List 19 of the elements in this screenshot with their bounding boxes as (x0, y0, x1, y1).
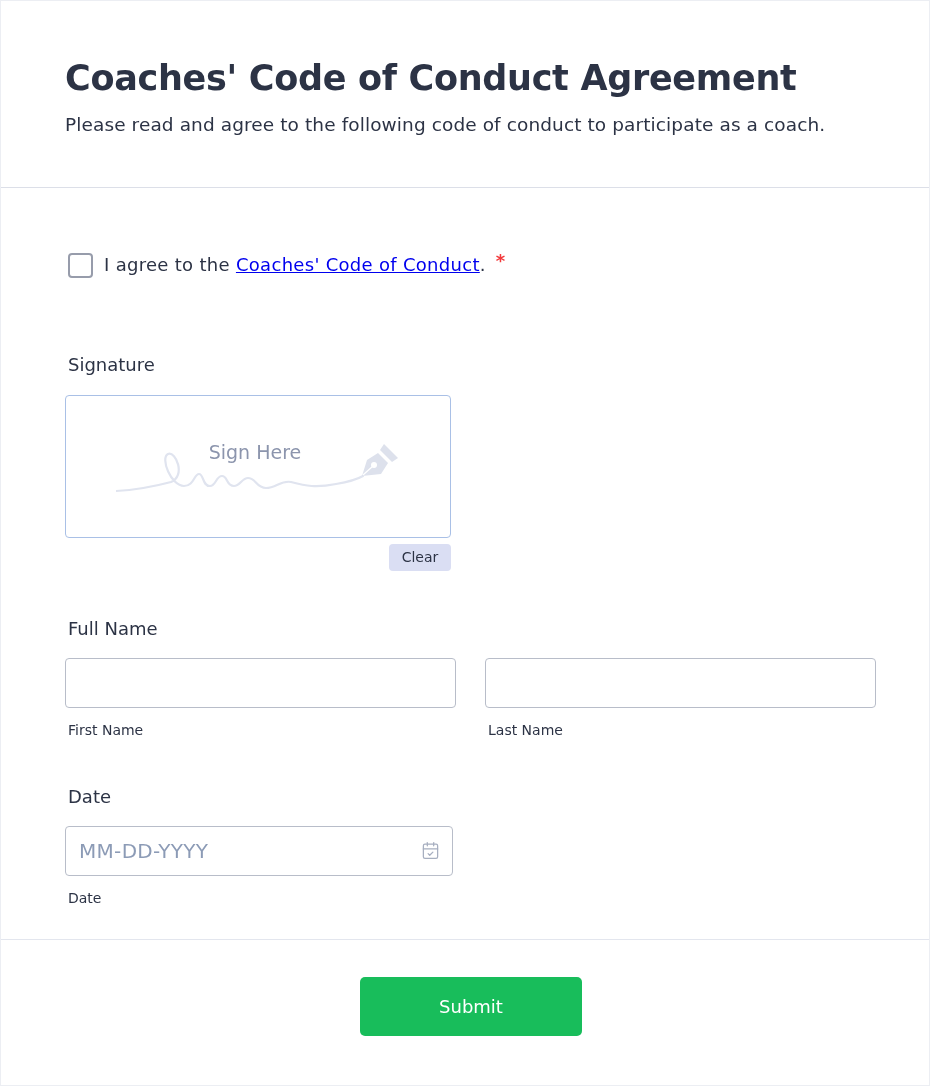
form-title: Coaches' Code of Conduct Agreement (65, 57, 798, 100)
code-of-conduct-link[interactable]: Coaches' Code of Conduct (235, 254, 480, 275)
date-label: Date (68, 785, 112, 809)
full-name-label: Full Name (68, 617, 158, 641)
date-input[interactable]: MM-DD-YYYY (65, 826, 453, 876)
agree-checkbox[interactable] (68, 252, 93, 278)
calendar-icon[interactable] (421, 841, 440, 860)
agreement-text: I agree to the Coaches' Code of Conduct. (104, 253, 486, 277)
signature-label: Signature (68, 353, 155, 377)
sign-here-placeholder: Sign Here (208, 440, 302, 464)
name-sublabel: First Name (68, 721, 144, 740)
required-mark: * (495, 249, 506, 273)
name-sublabel: Last Name (488, 721, 563, 740)
date-sublabel: Date (68, 889, 102, 908)
name-input[interactable] (485, 658, 876, 708)
form-subtitle: Please read and agree to the following code of conduct to participate as a coach. (65, 113, 827, 137)
name-input[interactable] (65, 658, 456, 708)
pen-nib-icon (362, 444, 398, 476)
clear-button[interactable]: Clear (389, 544, 451, 571)
